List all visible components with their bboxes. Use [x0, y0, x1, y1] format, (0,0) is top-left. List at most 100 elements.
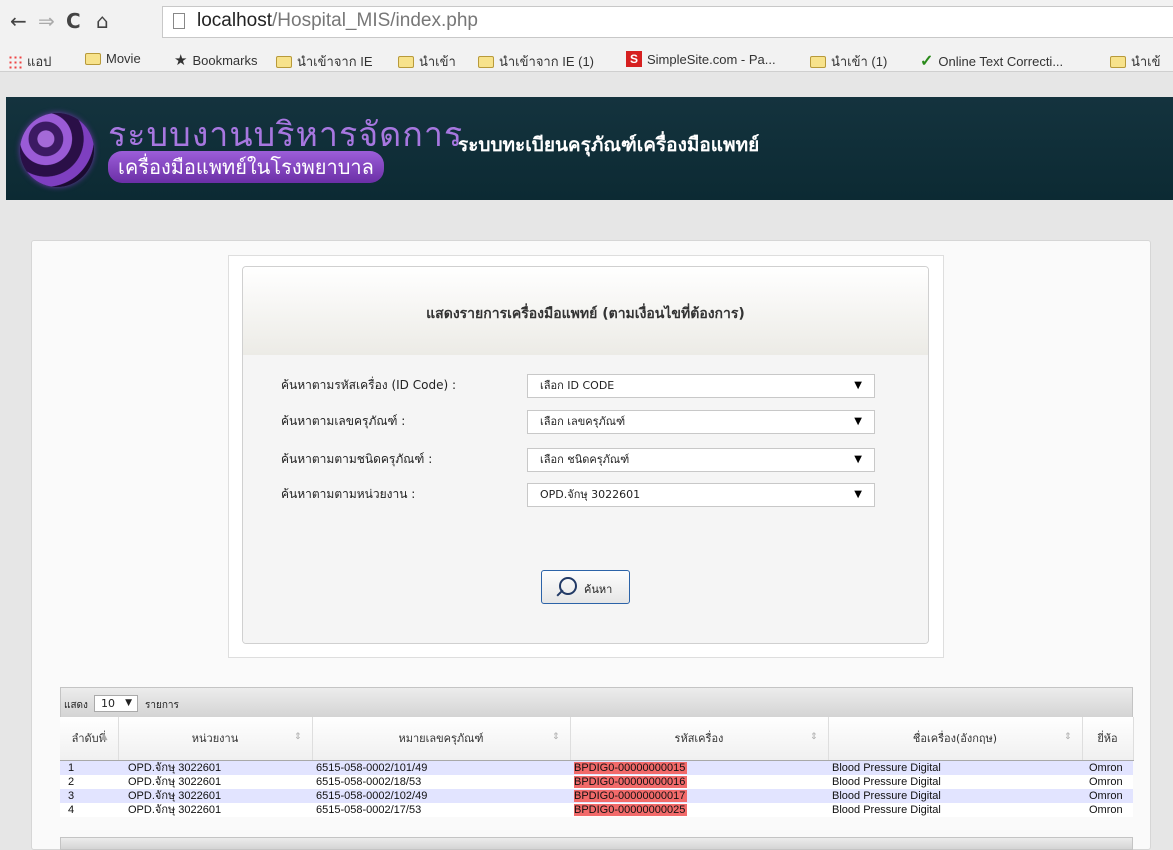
simplesite-icon: S — [626, 51, 642, 67]
address-bar[interactable]: localhost/Hospital_MIS/index.php — [162, 6, 1173, 38]
home-icon[interactable]: ⌂ — [96, 10, 109, 32]
search-form: ค้นหาตามรหัสเครื่อง (ID Code) : เลือก ID… — [243, 355, 928, 643]
search-panel-header: แสดงรายการเครื่องมือแพทย์ (ตามเงื่อนไขที… — [243, 267, 928, 355]
department-label: ค้นหาตามตามหน่วยงาน : — [281, 487, 416, 501]
logo-ball-icon — [20, 113, 94, 187]
cell-device-name: Blood Pressure Digital — [828, 802, 1082, 817]
cell-device-name: Blood Pressure Digital — [828, 774, 1082, 789]
sort-icon: ⇕ — [293, 732, 302, 742]
cell-index: 4 — [60, 802, 118, 817]
folder-icon — [85, 52, 101, 65]
bookmark-import-ie-1[interactable]: นำเข้าจาก IE (1) — [478, 51, 594, 71]
cell-department: OPD.จักษุ 3022601 — [118, 774, 312, 789]
id-code-highlight: BPDIG0-00000000015 — [574, 761, 688, 774]
cell-brand: Omron — [1082, 774, 1133, 789]
asset-type-value: เลือก ชนิดครุภัณฑ์ — [540, 453, 630, 466]
cell-asset-number: 6515-058-0002/18/53 — [312, 774, 570, 789]
form-row-asset-type: ค้นหาตามตามชนิดครุภัณฑ์ : เลือก ชนิดครุภ… — [243, 448, 928, 472]
table-footer — [60, 837, 1133, 850]
checkmark-icon: ✓ — [920, 53, 934, 70]
page-size-value: 10 — [101, 697, 115, 710]
bookmark-online-text[interactable]: ✓ Online Text Correcti... — [920, 51, 1063, 71]
id-code-highlight: BPDIG0-00000000025 — [574, 803, 688, 816]
form-row-id-code: ค้นหาตามรหัสเครื่อง (ID Code) : เลือก ID… — [243, 374, 928, 398]
search-button[interactable]: ค้นหา — [541, 570, 630, 604]
department-value: OPD.จักษุ 3022601 — [540, 488, 641, 501]
column-header[interactable]: รหัสเครื่อง ⇕ — [570, 717, 829, 761]
url-text[interactable]: localhost/Hospital_MIS/index.php — [197, 10, 478, 32]
cell-asset-number: 6515-058-0002/102/49 — [312, 788, 570, 803]
sort-icon: ⇕ — [1063, 732, 1072, 742]
search-panel: แสดงรายการเครื่องมือแพทย์ (ตามเงื่อนไขที… — [242, 266, 929, 644]
column-header[interactable]: ลำดับที่ ▲ — [60, 717, 119, 761]
bookmark-bookmarks[interactable]: ★ Bookmarks — [174, 51, 257, 69]
cell-asset-number: 6515-058-0002/101/49 — [312, 760, 570, 775]
cell-index: 1 — [60, 760, 118, 775]
equipment-table: ลำดับที่ ▲ หน่วยงาน ⇕ หมายเลขครุภัณฑ์ ⇕ รหั… — [60, 717, 1134, 817]
sort-icon: ⇕ — [809, 732, 818, 742]
star-icon: ★ — [174, 52, 188, 69]
search-heading: แสดงรายการเครื่องมือแพทย์ (ตามเงื่อนไขที… — [426, 306, 745, 322]
bookmark-simplesite[interactable]: S SimpleSite.com - Pa... — [626, 51, 776, 67]
cell-id-code: BPDIG0-00000000015 — [570, 760, 828, 775]
cell-device-name: Blood Pressure Digital — [828, 760, 1082, 775]
bookmark-label: Online Text Correcti... — [938, 53, 1064, 69]
bookmark-apps[interactable]: แอป — [8, 51, 52, 71]
column-label: รหัสเครื่อง — [674, 732, 724, 746]
asset-number-select[interactable]: เลือก เลขครุภัณฑ์ ▼ — [527, 410, 875, 434]
page-size-select[interactable]: 10 ▼ — [94, 695, 138, 712]
bookmark-label: นำเข้าจาก IE — [297, 54, 373, 69]
url-path: /Hospital_MIS/index.php — [272, 10, 478, 31]
cell-brand: Omron — [1082, 802, 1133, 817]
bookmarks-bar: แอป Movie ★ Bookmarks นำเข้าจาก IE นำเข้า… — [0, 46, 1173, 72]
items-label: รายการ — [145, 700, 179, 711]
column-header[interactable]: หมายเลขครุภัณฑ์ ⇕ — [312, 717, 571, 761]
folder-icon — [810, 55, 826, 68]
dropdown-arrow-icon: ▼ — [854, 454, 862, 465]
reload-icon[interactable]: C — [66, 10, 81, 32]
bookmark-import[interactable]: นำเข้า — [398, 51, 456, 71]
bookmark-import-ie[interactable]: นำเข้าจาก IE — [276, 51, 373, 71]
bookmark-import-2[interactable]: นำเข้ — [1110, 51, 1161, 71]
id-code-select[interactable]: เลือก ID CODE ▼ — [527, 374, 875, 398]
back-arrow-icon[interactable]: ← — [10, 10, 27, 32]
bookmark-label: Movie — [106, 51, 141, 66]
dropdown-arrow-icon: ▼ — [854, 416, 862, 427]
bookmark-movie[interactable]: Movie — [85, 51, 141, 66]
folder-icon — [398, 55, 414, 68]
folder-icon — [478, 55, 494, 68]
sort-up-icon: ▲ — [100, 732, 108, 742]
id-code-highlight: BPDIG0-00000000016 — [574, 775, 688, 788]
column-label: ชื่อเครื่อง(อังกฤษ) — [912, 732, 998, 746]
table-row[interactable]: 3 OPD.จักษุ 3022601 6515-058-0002/102/49… — [60, 788, 1133, 803]
dropdown-arrow-icon: ▼ — [125, 698, 132, 708]
id-code-label: ค้นหาตามรหัสเครื่อง (ID Code) : — [281, 378, 456, 392]
show-label: แสดง — [64, 700, 88, 711]
column-header[interactable]: หน่วยงาน ⇕ — [118, 717, 313, 761]
bookmark-label: แอป — [27, 54, 52, 69]
logo-subtitle: เครื่องมือแพทย์ในโรงพยาบาล — [108, 151, 384, 183]
system-title: ระบบทะเบียนครุภัณฑ์เครื่องมือแพทย์ — [458, 134, 760, 156]
asset-type-select[interactable]: เลือก ชนิดครุภัณฑ์ ▼ — [527, 448, 875, 472]
bookmark-label: นำเข้า — [419, 54, 456, 69]
table-row[interactable]: 2 OPD.จักษุ 3022601 6515-058-0002/18/53 … — [60, 774, 1133, 789]
bookmark-label: นำเข้าจาก IE (1) — [499, 54, 594, 69]
department-select[interactable]: OPD.จักษุ 3022601 ▼ — [527, 483, 875, 507]
column-header[interactable]: ยี่ห้อ — [1082, 717, 1134, 761]
page-icon — [173, 13, 185, 29]
cell-brand: Omron — [1082, 788, 1133, 803]
forward-arrow-icon[interactable]: ⇒ — [38, 10, 55, 32]
cell-brand: Omron — [1082, 760, 1133, 775]
column-label: หน่วยงาน — [191, 732, 239, 746]
bookmark-label: นำเข้ — [1131, 54, 1161, 69]
cell-asset-number: 6515-058-0002/17/53 — [312, 802, 570, 817]
cell-index: 3 — [60, 788, 118, 803]
cell-id-code: BPDIG0-00000000016 — [570, 774, 828, 789]
bookmark-import-1[interactable]: นำเข้า (1) — [810, 51, 887, 71]
table-row[interactable]: 1 OPD.จักษุ 3022601 6515-058-0002/101/49… — [60, 760, 1133, 775]
id-code-value: เลือก ID CODE — [540, 379, 615, 392]
table-row[interactable]: 4 OPD.จักษุ 3022601 6515-058-0002/17/53 … — [60, 802, 1133, 817]
column-header[interactable]: ชื่อเครื่อง(อังกฤษ) ⇕ — [828, 717, 1083, 761]
asset-number-label: ค้นหาตามเลขครุภัณฑ์ : — [281, 414, 406, 428]
cell-id-code: BPDIG0-00000000025 — [570, 802, 828, 817]
